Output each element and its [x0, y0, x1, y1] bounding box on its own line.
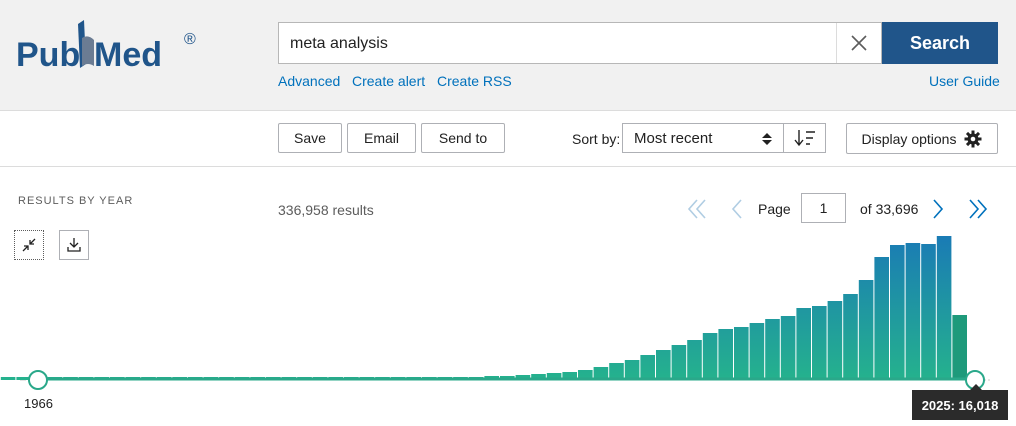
close-icon: [851, 35, 867, 51]
year-bar[interactable]: [952, 315, 967, 380]
year-bar[interactable]: [858, 280, 874, 380]
year-bar[interactable]: [702, 333, 718, 380]
year-bar[interactable]: [749, 323, 765, 380]
year-bar[interactable]: [765, 319, 780, 380]
save-button[interactable]: Save: [278, 123, 342, 153]
svg-text:®: ®: [184, 31, 196, 48]
year-bar[interactable]: [921, 244, 936, 380]
svg-text:Med: Med: [94, 36, 162, 74]
year-tooltip: 2025: 16,018: [912, 384, 1008, 420]
email-button[interactable]: Email: [347, 123, 416, 153]
sort-select[interactable]: Most recent: [622, 123, 784, 153]
send-to-button[interactable]: Send to: [421, 123, 505, 153]
year-bar[interactable]: [905, 243, 921, 380]
year-bar[interactable]: [671, 345, 687, 380]
results-by-year-title: RESULTS BY YEAR: [18, 195, 134, 207]
search-query[interactable]: meta analysis: [290, 35, 388, 53]
last-page-icon[interactable]: [967, 198, 989, 220]
user-guide-link[interactable]: User Guide: [929, 73, 1000, 89]
range-start-handle[interactable]: [28, 370, 48, 390]
year-bar[interactable]: [812, 306, 827, 380]
year-bar[interactable]: [827, 301, 843, 380]
advanced-link[interactable]: Advanced: [278, 73, 340, 89]
display-options-label: Display options: [861, 130, 957, 147]
year-bar[interactable]: [890, 245, 905, 380]
previous-page-icon[interactable]: [730, 198, 744, 220]
year-bar[interactable]: [796, 308, 811, 380]
page-number-input[interactable]: 1: [801, 193, 846, 223]
toolbar-divider: [0, 166, 1016, 167]
results-count: 336,958 results: [278, 202, 374, 218]
year-bar[interactable]: [624, 360, 640, 380]
year-bar[interactable]: [843, 294, 858, 380]
search-input[interactable]: meta analysis: [278, 22, 882, 64]
first-page-icon[interactable]: [686, 198, 708, 220]
year-bar[interactable]: [718, 329, 733, 380]
sort-value: Most recent: [634, 130, 713, 147]
sort-descending-icon: [793, 130, 815, 147]
sort-by-label: Sort by:: [572, 131, 621, 147]
year-bar[interactable]: [687, 340, 702, 380]
year-bar[interactable]: [936, 236, 952, 380]
sort-order-button[interactable]: [784, 123, 826, 153]
results-by-year-chart: [0, 236, 990, 390]
next-page-icon[interactable]: [931, 198, 945, 220]
year-bar[interactable]: [874, 257, 889, 380]
year-bar[interactable]: [609, 363, 624, 380]
svg-text:Pub: Pub: [16, 36, 80, 74]
page-total: of 33,696: [860, 201, 919, 217]
page-label: Page: [758, 201, 791, 217]
year-bar[interactable]: [640, 355, 655, 380]
create-rss-link[interactable]: Create RSS: [437, 73, 512, 89]
search-button[interactable]: Search: [882, 22, 998, 64]
gear-icon: [964, 130, 982, 147]
header: Pub Med ® meta analysis Search Advanced …: [0, 0, 1016, 111]
year-bar[interactable]: [0, 377, 16, 380]
display-options-button[interactable]: Display options: [846, 123, 998, 154]
year-bar[interactable]: [780, 316, 796, 380]
pubmed-logo[interactable]: Pub Med ®: [16, 18, 206, 80]
select-arrows-icon: [762, 133, 772, 145]
clear-search-button[interactable]: [836, 23, 881, 63]
create-alert-link[interactable]: Create alert: [352, 73, 425, 89]
year-bar[interactable]: [656, 350, 671, 380]
range-start-year: 1966: [24, 396, 53, 411]
year-bar[interactable]: [734, 327, 749, 380]
